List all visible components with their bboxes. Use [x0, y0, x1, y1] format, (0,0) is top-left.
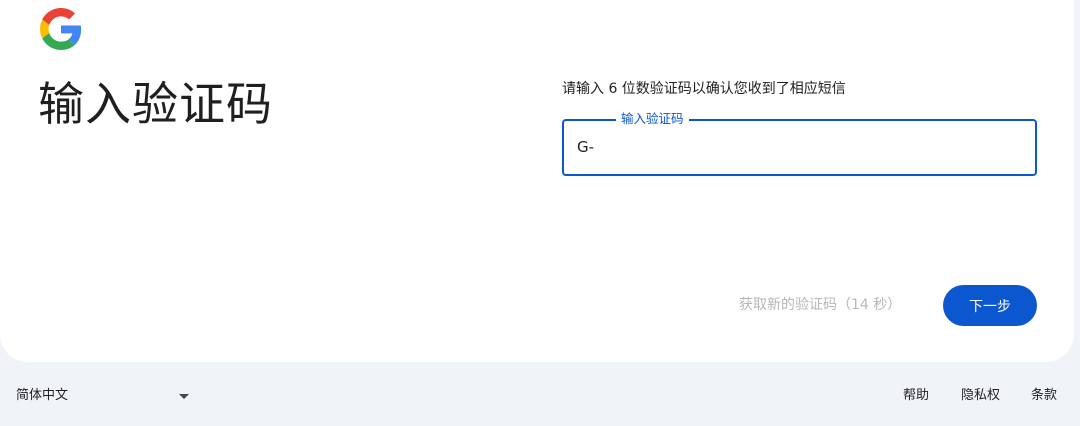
- verification-code-field[interactable]: 输入验证码: [562, 110, 1037, 176]
- signin-card: 输入验证码 请输入 6 位数验证码以确认您收到了相应短信 输入验证码 获取新的验…: [0, 0, 1074, 362]
- next-button[interactable]: 下一步: [943, 285, 1037, 326]
- terms-link[interactable]: 条款: [1031, 387, 1057, 405]
- chevron-down-icon[interactable]: [179, 394, 189, 399]
- help-link[interactable]: 帮助: [903, 387, 929, 405]
- verification-code-input[interactable]: [577, 134, 1017, 160]
- google-logo-icon: [40, 8, 82, 50]
- field-label: 输入验证码: [616, 110, 689, 128]
- resend-code-link: 获取新的验证码（14 秒）: [739, 297, 902, 313]
- page-title: 输入验证码: [38, 77, 273, 131]
- language-selector[interactable]: 简体中文: [16, 387, 68, 405]
- instruction-text: 请输入 6 位数验证码以确认您收到了相应短信: [562, 81, 846, 97]
- privacy-link[interactable]: 隐私权: [961, 387, 1000, 405]
